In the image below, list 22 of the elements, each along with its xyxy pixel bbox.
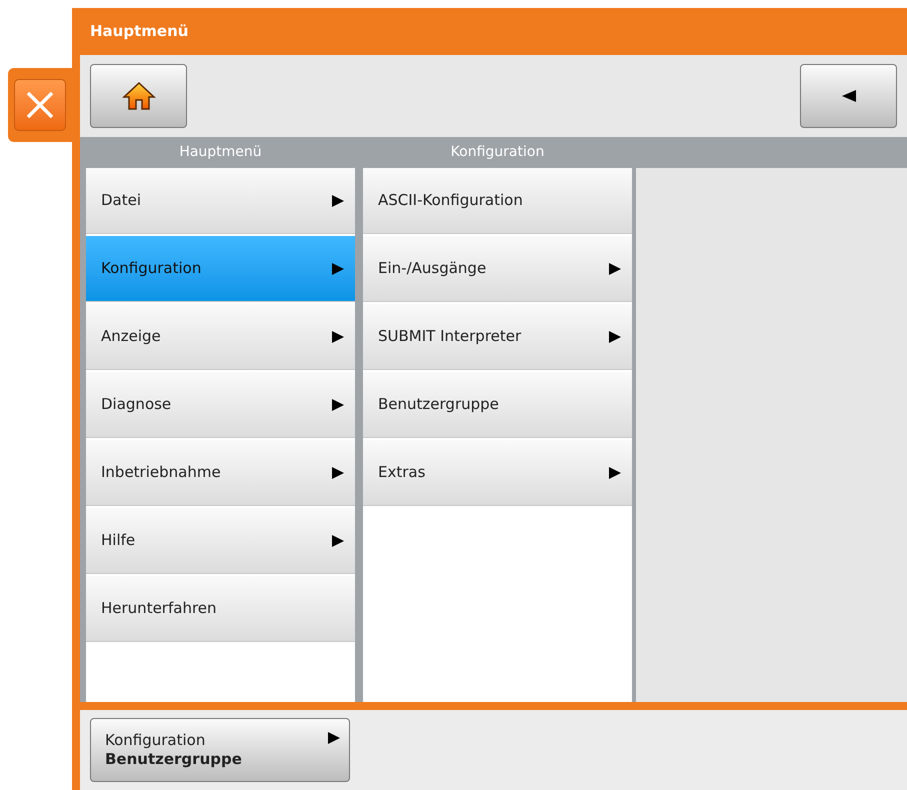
- home-button[interactable]: [90, 64, 187, 128]
- menu-item[interactable]: Hilfe: [86, 508, 355, 574]
- menu-item[interactable]: Herunterfahren: [86, 576, 355, 642]
- menu-item[interactable]: Datei: [86, 168, 355, 234]
- menu-item[interactable]: Extras: [363, 440, 632, 506]
- home-icon: [122, 81, 156, 111]
- menu-item[interactable]: Ein-/Ausgänge: [363, 236, 632, 302]
- window-title: Hauptmenü: [89, 21, 190, 42]
- column-header: Hauptmenü: [178, 143, 263, 162]
- menu-item[interactable]: Inbetriebnahme: [86, 440, 355, 506]
- menu-item[interactable]: Diagnose: [86, 372, 355, 438]
- menu-item[interactable]: ASCII-Konfiguration: [363, 168, 632, 234]
- close-button[interactable]: [14, 79, 66, 131]
- menu-item[interactable]: Konfiguration: [86, 236, 355, 302]
- menu-item[interactable]: Benutzergruppe: [363, 372, 632, 438]
- back-button[interactable]: [800, 64, 897, 128]
- close-icon: [25, 90, 55, 120]
- menu-item[interactable]: SUBMIT Interpreter: [363, 304, 632, 370]
- column-header: Konfiguration: [450, 143, 546, 162]
- breadcrumb-button[interactable]: Konfiguration Benutzergruppe: [90, 718, 350, 782]
- menu-item[interactable]: Anzeige: [86, 304, 355, 370]
- back-arrow-icon: [840, 89, 856, 103]
